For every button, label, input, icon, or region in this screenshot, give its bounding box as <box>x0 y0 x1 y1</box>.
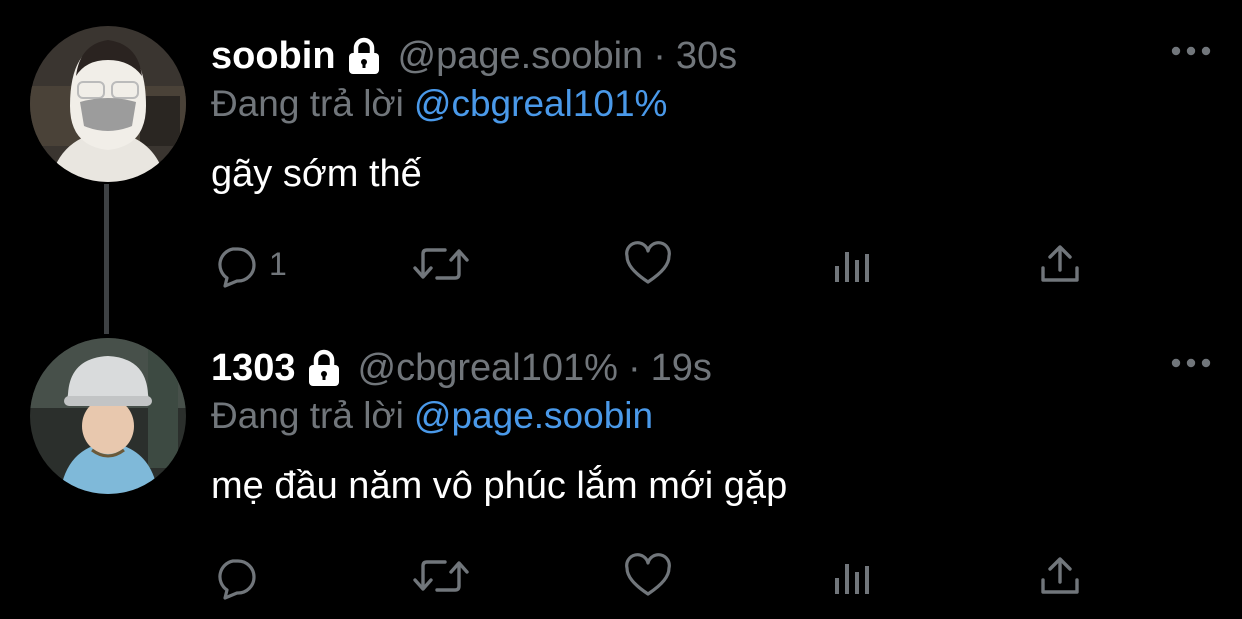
share-button[interactable] <box>1037 548 1083 604</box>
replying-to: Đang trả lời @cbgreal101% <box>211 82 667 126</box>
timestamp[interactable]: 30s <box>676 34 737 78</box>
replying-to: Đang trả lời @page.soobin <box>211 394 653 438</box>
more-button[interactable] <box>1166 34 1216 70</box>
heart-icon <box>623 240 673 288</box>
tweet[interactable]: soobin @page.soobin · 30s Đang trả lời @c… <box>0 0 1242 312</box>
lock-icon <box>306 348 342 388</box>
separator-dot: · <box>653 35 666 77</box>
tweet-text: mẹ đầu năm vô phúc lắm mới gặp <box>211 465 788 507</box>
replying-to-label: Đang trả lời <box>211 395 404 436</box>
reply-button[interactable] <box>211 548 269 604</box>
avatar[interactable] <box>30 26 186 182</box>
share-icon <box>1037 552 1083 600</box>
more-icon <box>1171 355 1211 373</box>
views-button[interactable] <box>831 236 875 292</box>
reply-mention-link[interactable]: @cbgreal101% <box>414 83 668 124</box>
reply-count: 1 <box>269 245 287 282</box>
lock-icon <box>346 36 382 76</box>
more-icon <box>1171 43 1211 61</box>
reply-button[interactable]: 1 <box>211 236 287 292</box>
views-icon <box>831 240 875 288</box>
reply-icon <box>211 552 259 600</box>
heart-icon <box>623 552 673 600</box>
share-icon <box>1037 240 1083 288</box>
replying-to-label: Đang trả lời <box>211 83 404 124</box>
display-name[interactable]: soobin <box>211 34 336 78</box>
tweet-actions <box>211 548 1091 604</box>
retweet-button[interactable] <box>411 548 471 604</box>
tweet-text: gãy sớm thế <box>211 153 422 195</box>
like-button[interactable] <box>623 236 673 292</box>
avatar[interactable] <box>30 338 186 494</box>
share-button[interactable] <box>1037 236 1083 292</box>
tweet-header: 1303 @cbgreal101% · 19s <box>211 346 712 390</box>
tweet[interactable]: 1303 @cbgreal101% · 19s Đang trả lời @pag… <box>0 312 1242 619</box>
display-name[interactable]: 1303 <box>211 346 296 390</box>
separator-dot: · <box>627 347 641 389</box>
views-button[interactable] <box>831 548 875 604</box>
tweet-header: soobin @page.soobin · 30s <box>211 34 737 78</box>
views-icon <box>831 552 875 600</box>
tweet-actions: 1 <box>211 236 1091 292</box>
reply-mention-link[interactable]: @page.soobin <box>414 395 653 436</box>
timestamp[interactable]: 19s <box>651 346 712 390</box>
handle[interactable]: @page.soobin <box>398 34 644 78</box>
like-button[interactable] <box>623 548 673 604</box>
retweet-button[interactable] <box>411 236 471 292</box>
retweet-icon <box>411 552 471 600</box>
reply-icon <box>211 240 259 288</box>
more-button[interactable] <box>1166 346 1216 382</box>
handle[interactable]: @cbgreal101% <box>358 346 618 390</box>
retweet-icon <box>411 240 471 288</box>
